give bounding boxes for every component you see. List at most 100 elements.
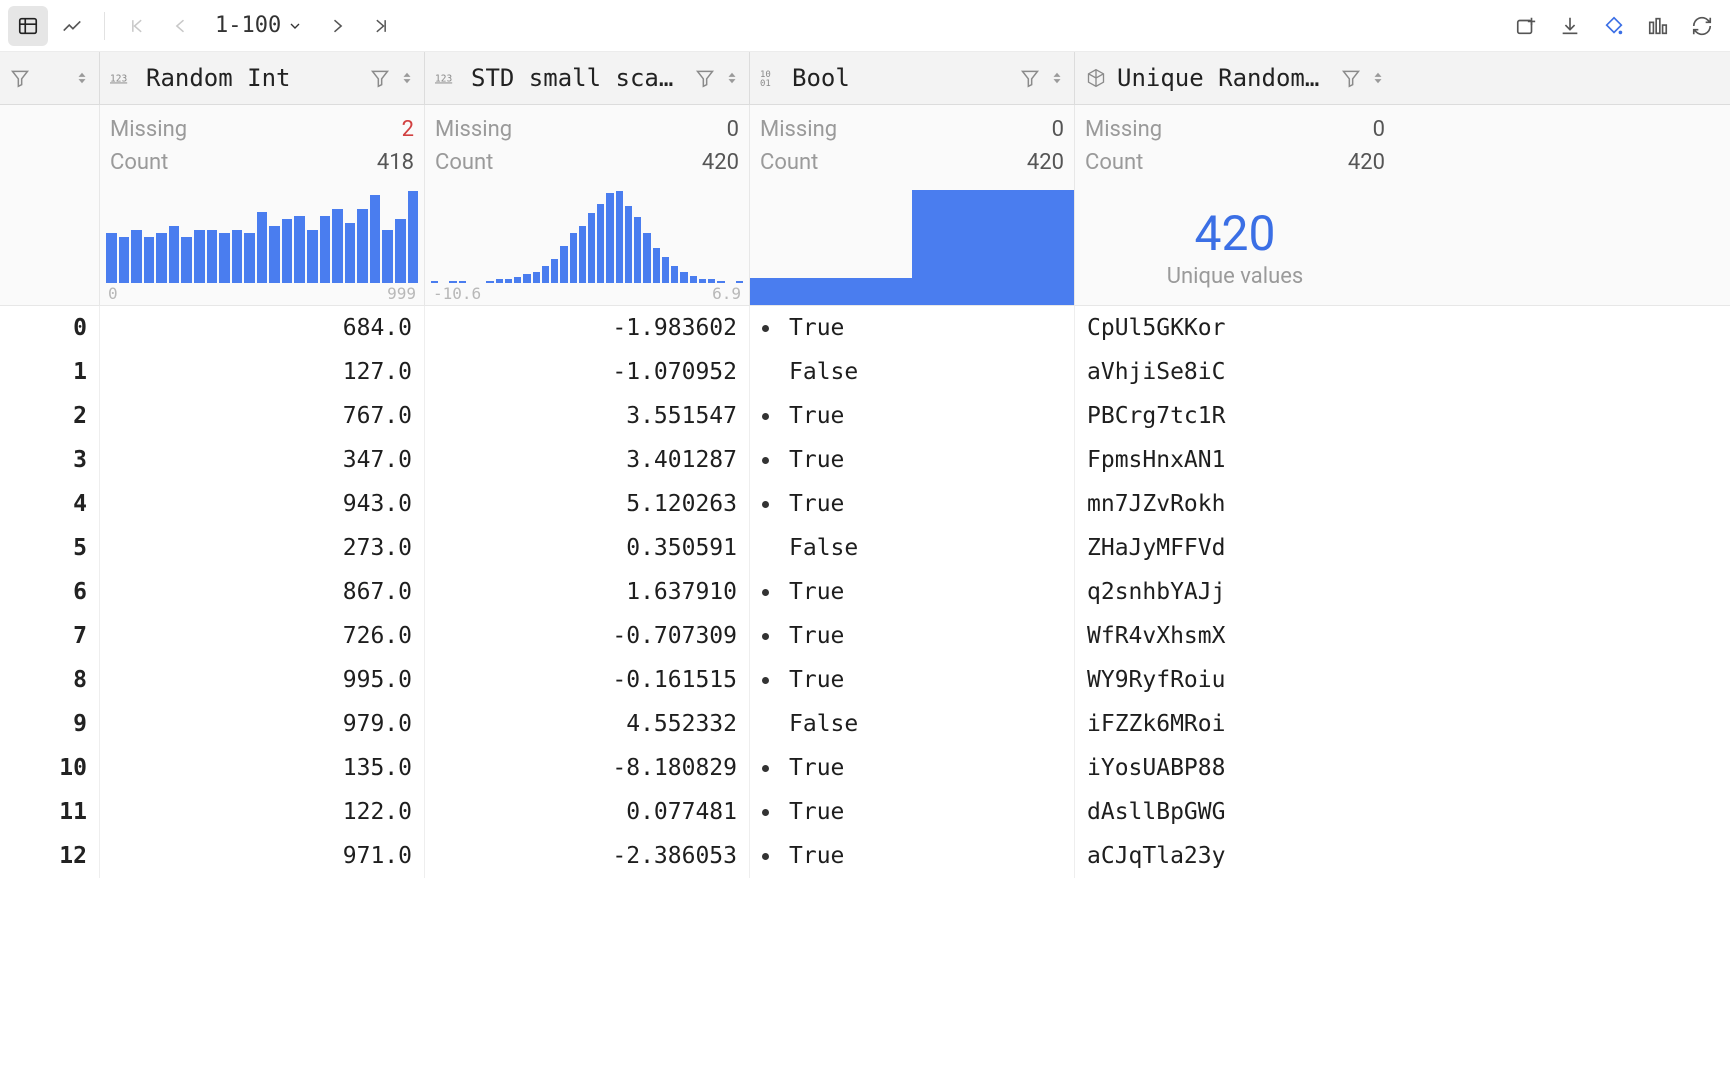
cell-std[interactable]: -8.180829: [425, 746, 750, 790]
cell-std[interactable]: 0.350591: [425, 526, 750, 570]
page-last-button[interactable]: [361, 6, 401, 46]
sort-icon[interactable]: [75, 69, 89, 87]
cell-std[interactable]: 5.120263: [425, 482, 750, 526]
cell-bool[interactable]: True: [750, 394, 1075, 438]
count-label: Count: [1085, 146, 1143, 179]
download-button[interactable]: [1550, 6, 1590, 46]
column-name: Bool: [792, 64, 1010, 92]
cell-random-int[interactable]: 943.0: [100, 482, 425, 526]
index-column-header[interactable]: [0, 52, 100, 104]
dtype-icon: 123: [435, 69, 461, 87]
cell-unique-random[interactable]: ZHaJyMFFVd: [1075, 526, 1395, 570]
cell-std[interactable]: -0.707309: [425, 614, 750, 658]
row-index[interactable]: 11: [0, 790, 100, 834]
cell-unique-random[interactable]: FpmsHnxAN1: [1075, 438, 1395, 482]
cell-unique-random[interactable]: mn7JZvRokh: [1075, 482, 1395, 526]
columns-button[interactable]: [1638, 6, 1678, 46]
cell-random-int[interactable]: 122.0: [100, 790, 425, 834]
cell-random-int[interactable]: 684.0: [100, 306, 425, 350]
missing-value: 2: [402, 113, 414, 146]
sort-icon[interactable]: [1050, 69, 1064, 87]
cell-random-int[interactable]: 127.0: [100, 350, 425, 394]
cell-unique-random[interactable]: WY9RyfRoiu: [1075, 658, 1395, 702]
row-index[interactable]: 9: [0, 702, 100, 746]
cell-random-int[interactable]: 995.0: [100, 658, 425, 702]
cell-std[interactable]: 4.552332: [425, 702, 750, 746]
page-next-button[interactable]: [317, 6, 357, 46]
cell-std[interactable]: 3.551547: [425, 394, 750, 438]
new-tab-button[interactable]: [1506, 6, 1546, 46]
cell-random-int[interactable]: 979.0: [100, 702, 425, 746]
cell-unique-random[interactable]: aVhjiSe8iC: [1075, 350, 1395, 394]
cell-bool[interactable]: True: [750, 570, 1075, 614]
chart-view-button[interactable]: [52, 6, 92, 46]
page-range-dropdown[interactable]: 1-100: [205, 6, 313, 46]
page-first-button[interactable]: [117, 6, 157, 46]
cell-bool[interactable]: True: [750, 746, 1075, 790]
sort-icon[interactable]: [725, 69, 739, 87]
cell-bool[interactable]: True: [750, 834, 1075, 878]
row-index[interactable]: 3: [0, 438, 100, 482]
cell-bool[interactable]: True: [750, 482, 1075, 526]
row-index[interactable]: 5: [0, 526, 100, 570]
cell-std[interactable]: -1.983602: [425, 306, 750, 350]
sort-icon[interactable]: [1371, 69, 1385, 87]
column-header[interactable]: Unique Random …: [1075, 52, 1395, 104]
cell-unique-random[interactable]: CpUl5GKKor: [1075, 306, 1395, 350]
row-index[interactable]: 7: [0, 614, 100, 658]
cell-std[interactable]: -1.070952: [425, 350, 750, 394]
cell-random-int[interactable]: 971.0: [100, 834, 425, 878]
cell-bool[interactable]: True: [750, 438, 1075, 482]
table-view-button[interactable]: [8, 6, 48, 46]
row-index[interactable]: 0: [0, 306, 100, 350]
row-index[interactable]: 12: [0, 834, 100, 878]
filter-icon[interactable]: [695, 68, 715, 88]
cell-random-int[interactable]: 273.0: [100, 526, 425, 570]
cell-unique-random[interactable]: aCJqTla23y: [1075, 834, 1395, 878]
row-index[interactable]: 1: [0, 350, 100, 394]
bool-dot-icon: [762, 369, 769, 376]
cell-random-int[interactable]: 347.0: [100, 438, 425, 482]
color-fill-button[interactable]: [1594, 6, 1634, 46]
count-label: Count: [110, 146, 168, 179]
filter-icon[interactable]: [1341, 68, 1361, 88]
filter-icon[interactable]: [1020, 68, 1040, 88]
cell-bool[interactable]: False: [750, 526, 1075, 570]
cell-std[interactable]: 3.401287: [425, 438, 750, 482]
cell-std[interactable]: 1.637910: [425, 570, 750, 614]
column-header[interactable]: 1001 Bool: [750, 52, 1075, 104]
cell-std[interactable]: -2.386053: [425, 834, 750, 878]
cell-unique-random[interactable]: dAsllBpGWG: [1075, 790, 1395, 834]
filter-icon[interactable]: [370, 68, 390, 88]
cell-bool[interactable]: True: [750, 790, 1075, 834]
stats-row: Missing2 Count418 0999 Missing0 Count420…: [0, 105, 1730, 306]
cell-unique-random[interactable]: iFZZk6MRoi: [1075, 702, 1395, 746]
sort-icon[interactable]: [400, 69, 414, 87]
column-header[interactable]: 123 Random Int: [100, 52, 425, 104]
row-index[interactable]: 4: [0, 482, 100, 526]
row-index[interactable]: 6: [0, 570, 100, 614]
column-header[interactable]: 123 STD small scale: [425, 52, 750, 104]
cell-unique-random[interactable]: iYosUABP88: [1075, 746, 1395, 790]
cell-unique-random[interactable]: PBCrg7tc1R: [1075, 394, 1395, 438]
cell-bool[interactable]: False: [750, 350, 1075, 394]
cell-unique-random[interactable]: q2snhbYAJj: [1075, 570, 1395, 614]
cell-random-int[interactable]: 135.0: [100, 746, 425, 790]
dtype-icon: 1001: [760, 69, 782, 87]
cell-random-int[interactable]: 726.0: [100, 614, 425, 658]
filter-icon[interactable]: [10, 68, 30, 88]
cell-bool[interactable]: False: [750, 702, 1075, 746]
cell-bool[interactable]: True: [750, 614, 1075, 658]
cell-random-int[interactable]: 867.0: [100, 570, 425, 614]
cell-bool[interactable]: True: [750, 658, 1075, 702]
cell-unique-random[interactable]: WfR4vXhsmX: [1075, 614, 1395, 658]
refresh-button[interactable]: [1682, 6, 1722, 46]
row-index[interactable]: 8: [0, 658, 100, 702]
cell-random-int[interactable]: 767.0: [100, 394, 425, 438]
page-prev-button[interactable]: [161, 6, 201, 46]
row-index[interactable]: 2: [0, 394, 100, 438]
cell-bool[interactable]: True: [750, 306, 1075, 350]
cell-std[interactable]: -0.161515: [425, 658, 750, 702]
cell-std[interactable]: 0.077481: [425, 790, 750, 834]
row-index[interactable]: 10: [0, 746, 100, 790]
